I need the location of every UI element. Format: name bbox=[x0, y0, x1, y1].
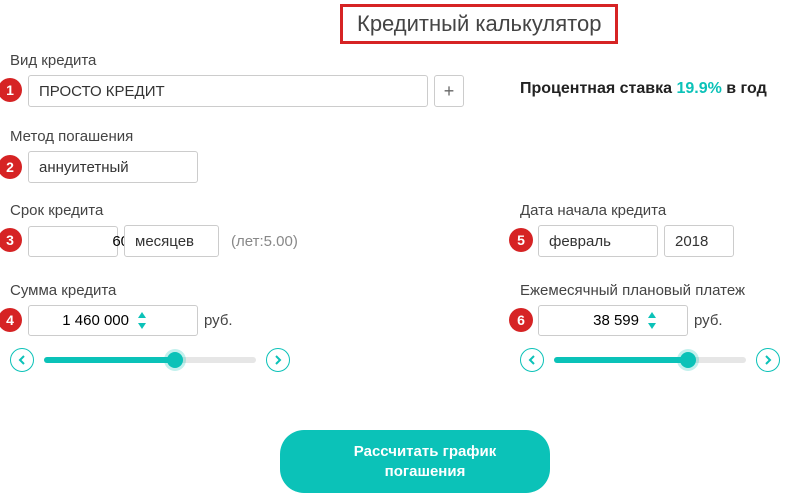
monthly-label: Ежемесячный плановый платеж bbox=[520, 282, 780, 299]
amount-group: Сумма кредита руб. bbox=[10, 282, 290, 372]
amount-slider-thumb[interactable] bbox=[167, 352, 183, 368]
term-input-wrap bbox=[28, 226, 118, 257]
page-title: Кредитный калькулятор bbox=[340, 4, 618, 44]
calculate-button-label: Рассчитать график погашения bbox=[340, 442, 510, 481]
amount-up-button[interactable] bbox=[135, 310, 149, 320]
monthly-input[interactable] bbox=[549, 312, 639, 329]
add-credit-type-button[interactable]: + bbox=[434, 75, 464, 107]
monthly-down-button[interactable] bbox=[645, 321, 659, 331]
rate-label-after: в год bbox=[722, 80, 767, 97]
start-month-value: февраль bbox=[549, 233, 611, 250]
rate-label-before: Процентная ставка bbox=[520, 80, 676, 97]
amount-slider-left[interactable] bbox=[10, 348, 34, 372]
calculate-group: Рассчитать график погашения bbox=[280, 430, 550, 493]
monthly-slider-left[interactable] bbox=[520, 348, 544, 372]
credit-type-label: Вид кредита bbox=[10, 52, 464, 69]
amount-input[interactable] bbox=[39, 312, 129, 329]
monthly-slider-thumb[interactable] bbox=[680, 352, 696, 368]
amount-input-wrap bbox=[28, 305, 198, 336]
amount-label: Сумма кредита bbox=[10, 282, 290, 299]
monthly-input-wrap bbox=[538, 305, 688, 336]
calculate-button[interactable]: Рассчитать график погашения bbox=[280, 430, 550, 493]
credit-type-value: ПРОСТО КРЕДИТ bbox=[39, 83, 165, 100]
credit-type-select[interactable]: ПРОСТО КРЕДИТ bbox=[28, 75, 428, 107]
repay-method-group: Метод погашения аннуитетный bbox=[10, 128, 198, 183]
monthly-unit: руб. bbox=[694, 312, 723, 329]
repay-method-label: Метод погашения bbox=[10, 128, 198, 145]
amount-slider[interactable] bbox=[44, 357, 256, 363]
amount-slider-right[interactable] bbox=[266, 348, 290, 372]
term-input[interactable] bbox=[39, 233, 129, 250]
repay-method-select[interactable]: аннуитетный bbox=[28, 151, 198, 183]
amount-unit: руб. bbox=[204, 312, 233, 329]
start-date-label: Дата начала кредита bbox=[520, 202, 734, 219]
start-year-value: 2018 bbox=[675, 233, 708, 250]
monthly-slider[interactable] bbox=[554, 357, 746, 363]
monthly-group: Ежемесячный плановый платеж руб. bbox=[520, 282, 780, 372]
start-year-select[interactable]: 2018 bbox=[664, 225, 734, 257]
start-month-select[interactable]: февраль bbox=[538, 225, 658, 257]
monthly-up-button[interactable] bbox=[645, 310, 659, 320]
repay-method-value: аннуитетный bbox=[39, 159, 129, 176]
term-unit: месяцев bbox=[135, 233, 194, 250]
rate-value: 19.9% bbox=[676, 80, 721, 97]
credit-type-group: Вид кредита ПРОСТО КРЕДИТ + bbox=[10, 52, 464, 107]
term-unit-select[interactable]: месяцев bbox=[124, 225, 219, 257]
start-date-group: Дата начала кредита февраль 2018 bbox=[520, 202, 734, 257]
interest-rate: Процентная ставка 19.9% в год bbox=[520, 80, 767, 98]
term-years-hint: (лет:5.00) bbox=[231, 233, 298, 250]
term-label: Срок кредита bbox=[10, 202, 298, 219]
monthly-slider-right[interactable] bbox=[756, 348, 780, 372]
amount-down-button[interactable] bbox=[135, 321, 149, 331]
term-group: Срок кредита месяцев (лет:5.00) bbox=[10, 202, 298, 257]
